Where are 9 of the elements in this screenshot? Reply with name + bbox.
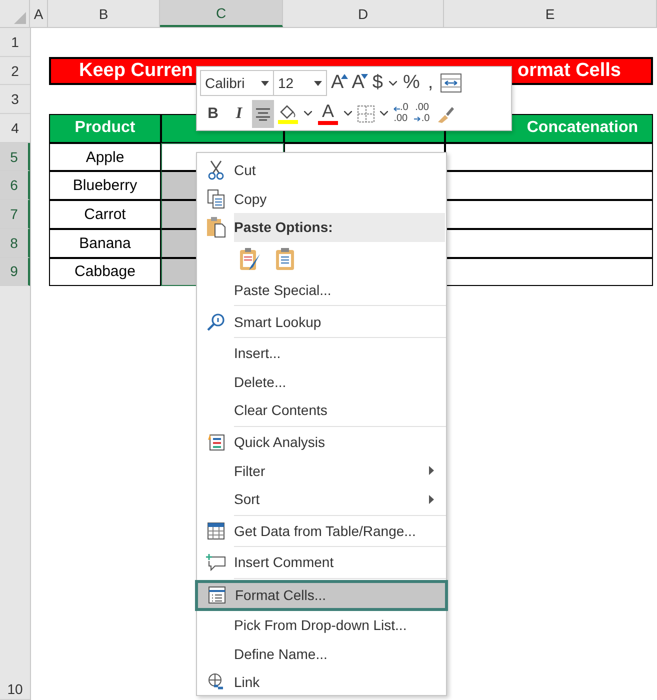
table-cell: Carrot (49, 200, 161, 229)
table-cell: Cabbage (49, 258, 161, 286)
title-text: Keep Curren (79, 60, 194, 82)
menu-heading: Paste Options: (234, 213, 445, 242)
table-cell: Blueberry (49, 171, 161, 200)
title-text: ormat Cells (518, 60, 621, 82)
table-cell: Banana (49, 228, 161, 258)
table-cell: Apple (49, 142, 161, 172)
header-cell: Product (49, 114, 161, 143)
